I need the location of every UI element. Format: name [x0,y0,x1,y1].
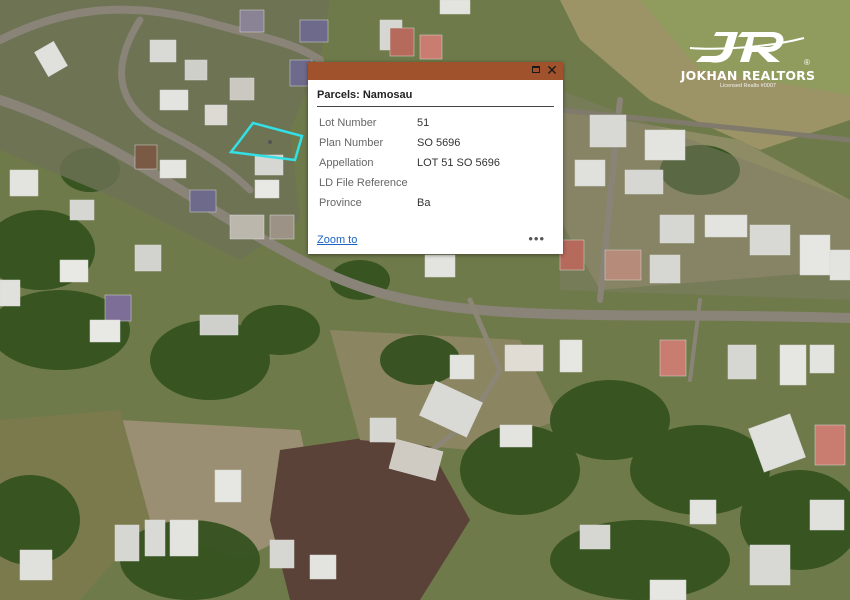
jr-logo-icon [689,32,805,63]
attr-value: 51 [417,117,430,129]
table-row: Appellation LOT 51 SO 5696 [317,153,500,173]
table-row: Province Ba [317,193,500,213]
parcel-popup: ✕ Parcels: Namosau Lot Number 51 Plan Nu… [308,62,563,254]
popup-title: Parcels: Namosau [317,89,554,107]
attr-key: Plan Number [319,137,384,149]
attr-value: LOT 51 SO 5696 [417,157,500,169]
attribute-table: Lot Number 51 Plan Number SO 5696 Appell… [317,113,500,213]
attr-value: Ba [417,197,431,209]
attr-key: Lot Number [319,117,377,129]
logo-name: JOKHAN REALTORS [680,68,816,83]
maximize-icon [532,66,540,73]
attr-value [415,173,500,193]
realtor-logo: JOKHAN REALTORS ® Licensed Realts #0007 [676,28,820,92]
attr-key: Appellation [319,157,374,169]
popup-footer: Zoom to ••• [317,231,545,248]
table-row: Plan Number SO 5696 [317,133,500,153]
attr-key: LD File Reference [319,177,408,189]
zoom-to-link[interactable]: Zoom to [317,234,357,246]
popup-header: ✕ [308,62,563,80]
registered-mark: ® [804,58,810,67]
table-row: LD File Reference [317,173,500,193]
more-options-button[interactable]: ••• [528,231,545,246]
close-button[interactable]: ✕ [545,63,559,77]
attr-value: SO 5696 [417,137,461,149]
table-row: Lot Number 51 [317,113,500,133]
logo-tagline: Licensed Realts #0007 [720,83,776,89]
maximize-button[interactable] [529,63,543,77]
attr-key: Province [319,197,362,209]
